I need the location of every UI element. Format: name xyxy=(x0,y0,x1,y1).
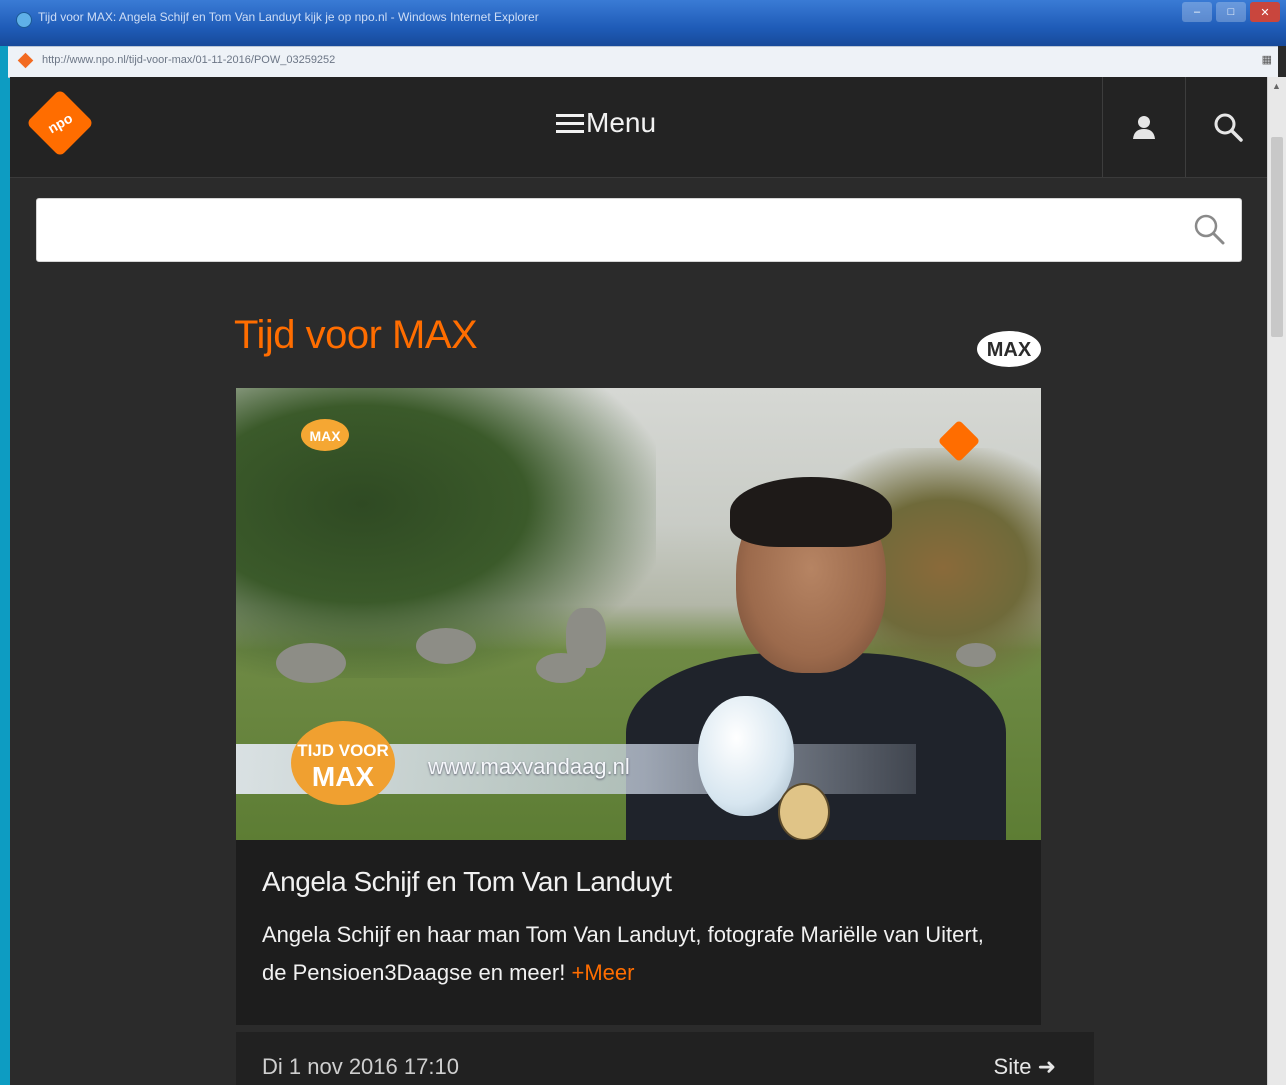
site-header: npo Menu xyxy=(10,77,1268,178)
address-bar[interactable]: http://www.npo.nl/tijd-voor-max/01-11-20… xyxy=(8,46,1278,78)
max-logo-text: MAX xyxy=(987,339,1032,361)
plus-icon: + xyxy=(571,960,585,985)
badge-bottom-text: MAX xyxy=(312,761,375,792)
window-border xyxy=(0,46,10,1085)
window-titlebar: Tijd voor MAX: Angela Schijf en Tom Van … xyxy=(0,0,1286,46)
video-player[interactable]: www.maxvandaag.nl TIJD VOOR MAX MAX xyxy=(236,388,1041,840)
scroll-thumb[interactable] xyxy=(1271,137,1283,337)
page-viewport: npo Menu Tijd voor MAX MAX www.maxvandaa… xyxy=(10,77,1268,1085)
close-button[interactable]: ✕ xyxy=(1250,2,1280,22)
menu-label: Menu xyxy=(586,107,657,138)
video-rock xyxy=(416,628,476,664)
search-icon xyxy=(1214,113,1243,142)
video-rock xyxy=(276,643,346,683)
window-controls: – □ ✕ xyxy=(1182,2,1286,24)
npo-logo-text: npo xyxy=(44,109,76,137)
more-link[interactable]: +Meer xyxy=(571,960,634,985)
video-rock xyxy=(956,643,996,667)
program-title[interactable]: Tijd voor MAX xyxy=(234,313,478,358)
site-link[interactable]: Site ➜ xyxy=(994,1054,1056,1080)
badge-top-text: TIJD VOOR xyxy=(297,741,389,760)
microphone-logo xyxy=(778,783,830,840)
menu-button[interactable]: Menu xyxy=(556,107,656,139)
vertical-scrollbar[interactable]: ▲ xyxy=(1267,77,1286,1085)
arrow-right-icon: ➜ xyxy=(1037,1054,1056,1079)
broadcast-date: Di 1 nov 2016 17:10 xyxy=(262,1054,459,1079)
search-input[interactable] xyxy=(49,209,1183,251)
site-label: Site xyxy=(993,1054,1032,1079)
window-title: Tijd voor MAX: Angela Schijf en Tom Van … xyxy=(38,10,539,24)
video-rock xyxy=(566,608,606,668)
header-search-button[interactable] xyxy=(1185,77,1268,177)
lower-third-url: www.maxvandaag.nl xyxy=(428,754,630,779)
episode-description: Angela Schijf en haar man Tom Van Landuy… xyxy=(262,916,1002,992)
more-label: Meer xyxy=(584,960,635,985)
episode-meta-bar: Di 1 nov 2016 17:10 Site ➜ xyxy=(236,1032,1094,1085)
microphone xyxy=(698,696,794,816)
video-max-bug-logo: MAX xyxy=(301,419,349,451)
search-bar xyxy=(36,198,1242,262)
episode-title[interactable]: Angela Schijf en Tom Van Landuyt xyxy=(262,866,672,898)
address-url[interactable]: http://www.npo.nl/tijd-voor-max/01-11-20… xyxy=(42,54,335,66)
user-icon xyxy=(1133,116,1155,139)
presenter-hair xyxy=(730,477,892,547)
hamburger-icon xyxy=(556,109,584,138)
compat-view-icon[interactable]: ▦ xyxy=(1262,53,1272,66)
minimize-button[interactable]: – xyxy=(1182,2,1212,22)
scroll-up-icon[interactable]: ▲ xyxy=(1272,81,1281,91)
ie-icon xyxy=(16,12,32,28)
account-button[interactable] xyxy=(1102,77,1185,177)
max-broadcaster-logo[interactable]: MAX xyxy=(976,329,1042,369)
episode-info: Angela Schijf en Tom Van Landuyt Angela … xyxy=(236,840,1041,1025)
search-submit-icon[interactable] xyxy=(1193,213,1225,245)
bug-max-text: MAX xyxy=(309,428,341,444)
tijd-voor-max-badge: TIJD VOOR MAX xyxy=(291,721,395,805)
npo-favicon-icon xyxy=(17,52,34,69)
maximize-button[interactable]: □ xyxy=(1216,2,1246,22)
